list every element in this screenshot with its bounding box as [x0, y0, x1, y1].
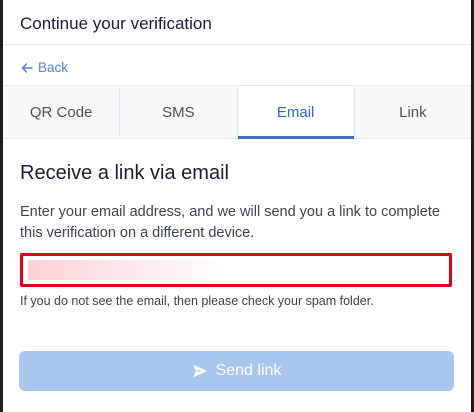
send-link-label: Send link [215, 362, 282, 379]
verification-method-tabs: QR Code SMS Email Link [3, 85, 471, 139]
send-icon [192, 363, 208, 379]
tab-link[interactable]: Link [355, 86, 471, 138]
back-link-label: Back [38, 60, 69, 75]
section-description: Enter your email address, and we will se… [20, 204, 440, 241]
send-link-button[interactable]: Send link [19, 351, 454, 391]
page-title: Continue your verification [20, 14, 212, 33]
email-field[interactable] [28, 260, 228, 280]
tab-qr-code[interactable]: QR Code [3, 86, 121, 138]
tab-sms[interactable]: SMS [120, 86, 238, 138]
header-divider [3, 44, 471, 45]
email-field-highlight [20, 253, 452, 287]
window-frame-left [0, 0, 3, 412]
section-heading: Receive a link via email [20, 162, 229, 184]
tab-email[interactable]: Email [237, 86, 355, 139]
back-link[interactable]: Back [20, 60, 68, 75]
spam-hint: If you do not see the email, then please… [20, 294, 374, 308]
arrow-left-icon [20, 61, 34, 75]
